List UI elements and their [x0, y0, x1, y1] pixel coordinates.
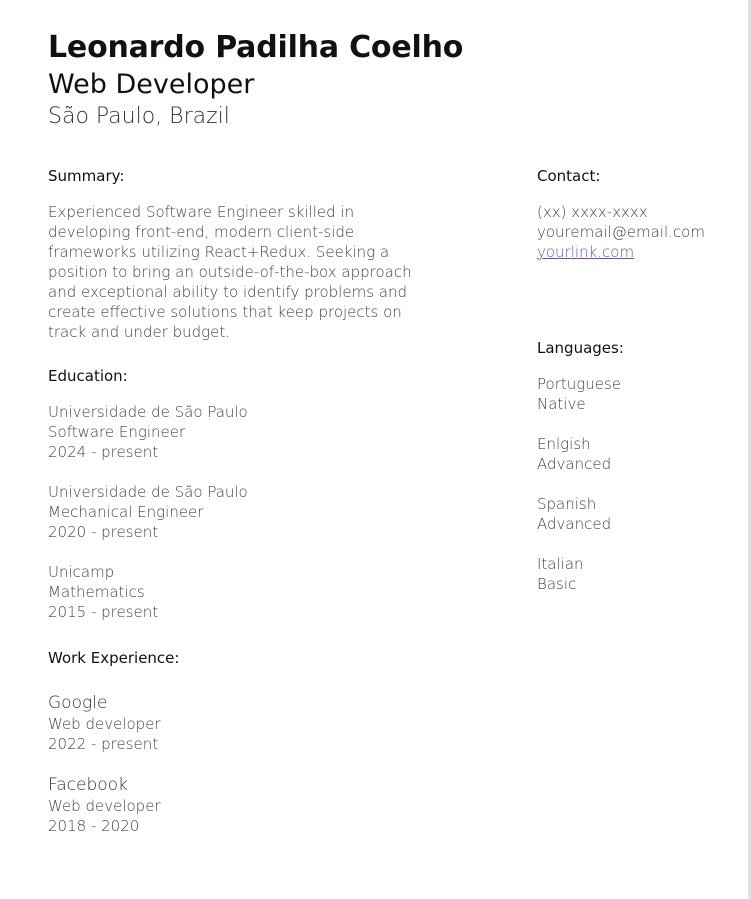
work-experience-heading: Work Experience:	[48, 649, 180, 667]
language-level: Advanced	[537, 515, 612, 533]
education-period: 2015 - present	[48, 603, 159, 621]
education-item: Unicamp Mathematics 2015 - present	[48, 562, 448, 622]
work-item: Google Web developer 2022 - present	[48, 692, 448, 754]
work-period: 2022 - present	[48, 735, 159, 753]
education-item: Universidade de São Paulo Software Engin…	[48, 402, 448, 462]
work-company: Google	[48, 693, 108, 713]
work-period: 2018 - 2020	[48, 817, 140, 835]
education-school: Unicamp	[48, 563, 115, 581]
language-level: Basic	[537, 575, 577, 593]
language-name: Italian	[537, 555, 584, 573]
education-heading: Education:	[48, 367, 128, 385]
work-position: Web developer	[48, 797, 161, 815]
education-school: Universidade de São Paulo	[48, 483, 248, 501]
education-degree: Software Engineer	[48, 423, 186, 441]
contact-email: youremail@email.com	[537, 223, 705, 241]
education-period: 2024 - present	[48, 443, 159, 461]
contact-phone: (xx) xxxx-xxxx	[537, 203, 648, 221]
education-degree: Mathematics	[48, 583, 145, 601]
contact-heading: Contact:	[537, 167, 601, 185]
education-degree: Mechanical Engineer	[48, 503, 204, 521]
contact-section: Contact: (xx) xxxx-xxxx youremail@email.…	[537, 166, 737, 262]
language-item: Italian Basic	[537, 554, 737, 594]
education-school: Universidade de São Paulo	[48, 403, 248, 421]
language-name: Spanish	[537, 495, 597, 513]
summary-heading: Summary:	[48, 167, 125, 185]
languages-section: Languages: Portuguese Native Enlgish Adv…	[537, 338, 737, 594]
job-title: Web Developer	[48, 69, 255, 100]
work-item: Facebook Web developer 2018 - 2020	[48, 774, 448, 836]
education-section: Education: Universidade de São Paulo Sof…	[48, 366, 448, 622]
language-item: Enlgish Advanced	[537, 434, 737, 474]
language-item: Spanish Advanced	[537, 494, 737, 534]
education-item: Universidade de São Paulo Mechanical Eng…	[48, 482, 448, 542]
languages-heading: Languages:	[537, 339, 624, 357]
work-experience-section: Work Experience: Google Web developer 20…	[48, 648, 448, 836]
language-level: Native	[537, 395, 586, 413]
work-company: Facebook	[48, 775, 128, 795]
left-column: Summary: Experienced Software Engineer s…	[48, 166, 448, 856]
contact-link[interactable]: yourlink.com	[537, 243, 634, 261]
summary-section: Summary: Experienced Software Engineer s…	[48, 166, 448, 342]
resume-header: Leonardo Padilha Coelho Web Developer Sã…	[48, 28, 463, 132]
education-period: 2020 - present	[48, 523, 159, 541]
person-name: Leonardo Padilha Coelho	[48, 30, 464, 65]
location: São Paulo, Brazil	[48, 104, 230, 129]
summary-text: Experienced Software Engineer skilled in…	[48, 203, 412, 341]
language-level: Advanced	[537, 455, 612, 473]
work-position: Web developer	[48, 715, 161, 733]
language-name: Portuguese	[537, 375, 622, 393]
language-name: Enlgish	[537, 435, 591, 453]
language-item: Portuguese Native	[537, 374, 737, 414]
right-column: Contact: (xx) xxxx-xxxx youremail@email.…	[537, 166, 737, 594]
